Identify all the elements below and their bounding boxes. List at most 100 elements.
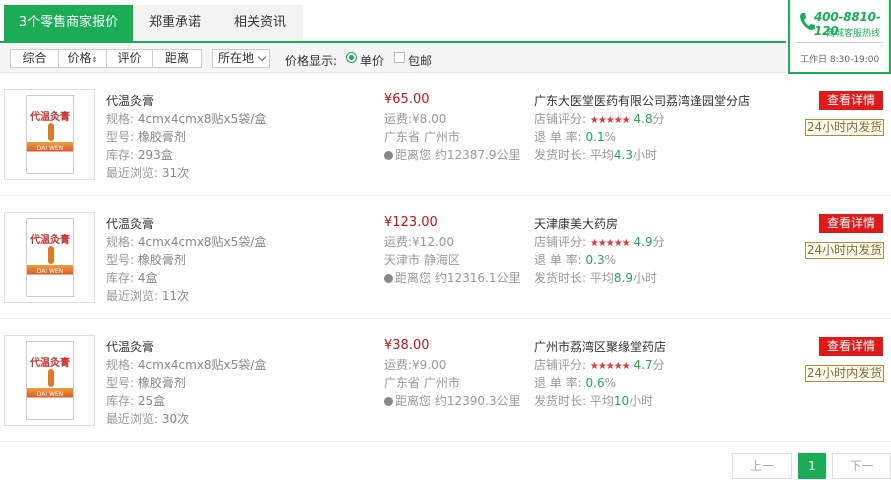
ship-time-label: 发货时长: bbox=[534, 271, 587, 285]
product-name[interactable]: 代温灸膏 bbox=[106, 215, 154, 232]
stock-label: 库存: bbox=[106, 394, 135, 408]
return-rate-unit: % bbox=[604, 253, 617, 267]
recent-value: 11次 bbox=[161, 289, 190, 303]
product-image[interactable]: 代温灸膏 DAI WEN bbox=[4, 89, 95, 180]
return-rate-value: 0.1 bbox=[585, 130, 605, 144]
product-image[interactable]: 代温灸膏 DAI WEN bbox=[4, 335, 95, 426]
view-detail-button[interactable]: 查看详情 bbox=[819, 337, 883, 356]
free-shipping-label: 包邮 bbox=[408, 54, 433, 68]
model-label: 型号: bbox=[106, 130, 135, 144]
distance: 距离您 约12387.9公里 bbox=[384, 146, 520, 163]
recent-label: 最近浏览: bbox=[106, 412, 159, 426]
store-name[interactable]: 广州市荔湾区聚缘堂药店 bbox=[534, 338, 666, 355]
return-rate-unit: % bbox=[604, 130, 617, 144]
rating-label: 店铺评分: bbox=[534, 235, 587, 249]
spec-value: 4cmx4cmx8贴x5袋/盒 bbox=[137, 235, 267, 249]
ship-time-value: 8.9 bbox=[613, 271, 633, 285]
chevron-down-icon bbox=[257, 52, 267, 62]
page-1-button[interactable]: 1 bbox=[798, 453, 826, 479]
store-rating: 店铺评分: ★★★★★ 4.7分 bbox=[534, 356, 665, 373]
ship-time-unit: 小时 bbox=[632, 148, 657, 162]
sort-comprehensive[interactable]: 综合 bbox=[11, 50, 59, 67]
rating-unit: 分 bbox=[652, 112, 665, 126]
return-rate-label: 退 单 率: bbox=[534, 253, 582, 267]
rating-label: 店铺评分: bbox=[534, 358, 587, 372]
product-recent-views: 最近浏览: 31次 bbox=[106, 164, 189, 181]
product-price: ¥123.00 bbox=[384, 215, 438, 230]
model-value: 橡胶膏剂 bbox=[137, 376, 186, 390]
distance-label: 距离您 约 bbox=[395, 394, 447, 408]
list-item: 代温灸膏 DAI WEN 代温灸膏 规格: 4cmx4cmx8贴x5袋/盒 型号… bbox=[0, 197, 891, 319]
sort-arrows-icon: ⇕ bbox=[91, 56, 98, 64]
box-title: 代温灸膏 bbox=[30, 112, 70, 123]
stock-value: 4盒 bbox=[137, 271, 158, 285]
body-figure-icon bbox=[48, 246, 54, 264]
unit-price-label: 单价 bbox=[360, 54, 385, 68]
freight-value: ¥8.00 bbox=[412, 112, 447, 126]
product-spec: 规格: 4cmx4cmx8贴x5袋/盒 bbox=[106, 110, 266, 127]
return-rate-value: 0.6 bbox=[585, 376, 605, 390]
row-divider bbox=[0, 318, 891, 319]
freight: 运费:¥8.00 bbox=[384, 110, 446, 127]
sort-price[interactable]: 价格⇕ bbox=[59, 50, 107, 67]
product-price: ¥38.00 bbox=[384, 338, 430, 353]
recent-value: 31次 bbox=[161, 166, 190, 180]
stock-label: 库存: bbox=[106, 271, 135, 285]
store-rating: 店铺评分: ★★★★★ 4.8分 bbox=[534, 110, 665, 127]
product-name[interactable]: 代温灸膏 bbox=[106, 338, 154, 355]
next-page-button[interactable]: 下一 bbox=[832, 453, 891, 479]
model-value: 橡胶膏剂 bbox=[137, 130, 186, 144]
rating-stars-icon: ★★★★★ bbox=[589, 238, 631, 249]
unit-price-radio[interactable] bbox=[346, 52, 357, 63]
distance: 距离您 约12316.1公里 bbox=[384, 269, 520, 286]
prev-page-button[interactable]: 上一 bbox=[732, 453, 792, 479]
sort-distance[interactable]: 距离 bbox=[153, 50, 201, 67]
free-shipping-checkbox[interactable] bbox=[394, 52, 405, 63]
seller-location: 广东省 广州市 bbox=[384, 376, 460, 390]
distance: 距离您 约12390.3公里 bbox=[384, 392, 520, 409]
tab-related-news[interactable]: 相关资讯 bbox=[217, 5, 303, 41]
sort-rating[interactable]: 评价 bbox=[107, 50, 153, 67]
store-name[interactable]: 广东大医堂医药有限公司荔湾逢园堂分店 bbox=[534, 92, 750, 109]
store-name[interactable]: 天津康美大药房 bbox=[534, 215, 618, 232]
customer-service-hotline: 400-8810-120 商城客服热线 工作日 8:30-19:00 bbox=[788, 0, 891, 74]
ship-time-prefix: 平均 bbox=[589, 271, 614, 285]
distance-value: 12316.1公里 bbox=[446, 271, 521, 285]
row-divider bbox=[0, 441, 891, 442]
box-subtitle: DAI WEN bbox=[36, 268, 64, 275]
price-display-label: 价格显示: bbox=[285, 54, 338, 68]
tab-retail-quotes[interactable]: 3个零售商家报价 bbox=[4, 5, 133, 41]
rating-stars-icon: ★★★★★ bbox=[589, 115, 631, 126]
ship-24h-badge: 24小时内发货 bbox=[805, 119, 884, 136]
view-detail-button[interactable]: 查看详情 bbox=[819, 214, 883, 233]
hotline-hours: 工作日 8:30-19:00 bbox=[800, 55, 880, 65]
return-rate: 退 单 率: 0.1% bbox=[534, 128, 616, 145]
box-subtitle: DAI WEN bbox=[36, 391, 64, 398]
list-item: 代温灸膏 DAI WEN 代温灸膏 规格: 4cmx4cmx8贴x5袋/盒 型号… bbox=[0, 74, 891, 196]
product-stock: 库存: 25盒 bbox=[106, 392, 165, 409]
model-label: 型号: bbox=[106, 376, 135, 390]
distance-label: 距离您 约 bbox=[395, 271, 447, 285]
product-name[interactable]: 代温灸膏 bbox=[106, 92, 154, 109]
product-box: 代温灸膏 DAI WEN bbox=[26, 218, 74, 297]
hotline-subtitle: 商城客服热线 bbox=[826, 29, 881, 39]
spec-label: 规格: bbox=[106, 358, 135, 372]
stock-value: 293盒 bbox=[137, 148, 173, 162]
ship-time: 发货时长: 平均8.9小时 bbox=[534, 269, 657, 286]
return-rate-unit: % bbox=[604, 376, 617, 390]
row-divider bbox=[0, 195, 891, 196]
product-image[interactable]: 代温灸膏 DAI WEN bbox=[4, 212, 95, 303]
ship-time-unit: 小时 bbox=[629, 394, 654, 408]
location-pin-icon bbox=[384, 274, 393, 283]
rating-score: 4.9 bbox=[633, 235, 653, 249]
ship-time-value: 4.3 bbox=[613, 148, 633, 162]
ship-24h-badge: 24小时内发货 bbox=[805, 365, 884, 382]
tab-commitment[interactable]: 郑重承诺 bbox=[133, 5, 217, 41]
product-recent-views: 最近浏览: 30次 bbox=[106, 410, 189, 427]
view-detail-button[interactable]: 查看详情 bbox=[819, 91, 883, 110]
spec-value: 4cmx4cmx8贴x5袋/盒 bbox=[137, 112, 267, 126]
seller-location: 天津市 静海区 bbox=[384, 253, 460, 267]
ship-time-value: 10 bbox=[613, 394, 630, 408]
location-select[interactable]: 所在地 bbox=[212, 49, 270, 68]
product-spec: 规格: 4cmx4cmx8贴x5袋/盒 bbox=[106, 356, 266, 373]
